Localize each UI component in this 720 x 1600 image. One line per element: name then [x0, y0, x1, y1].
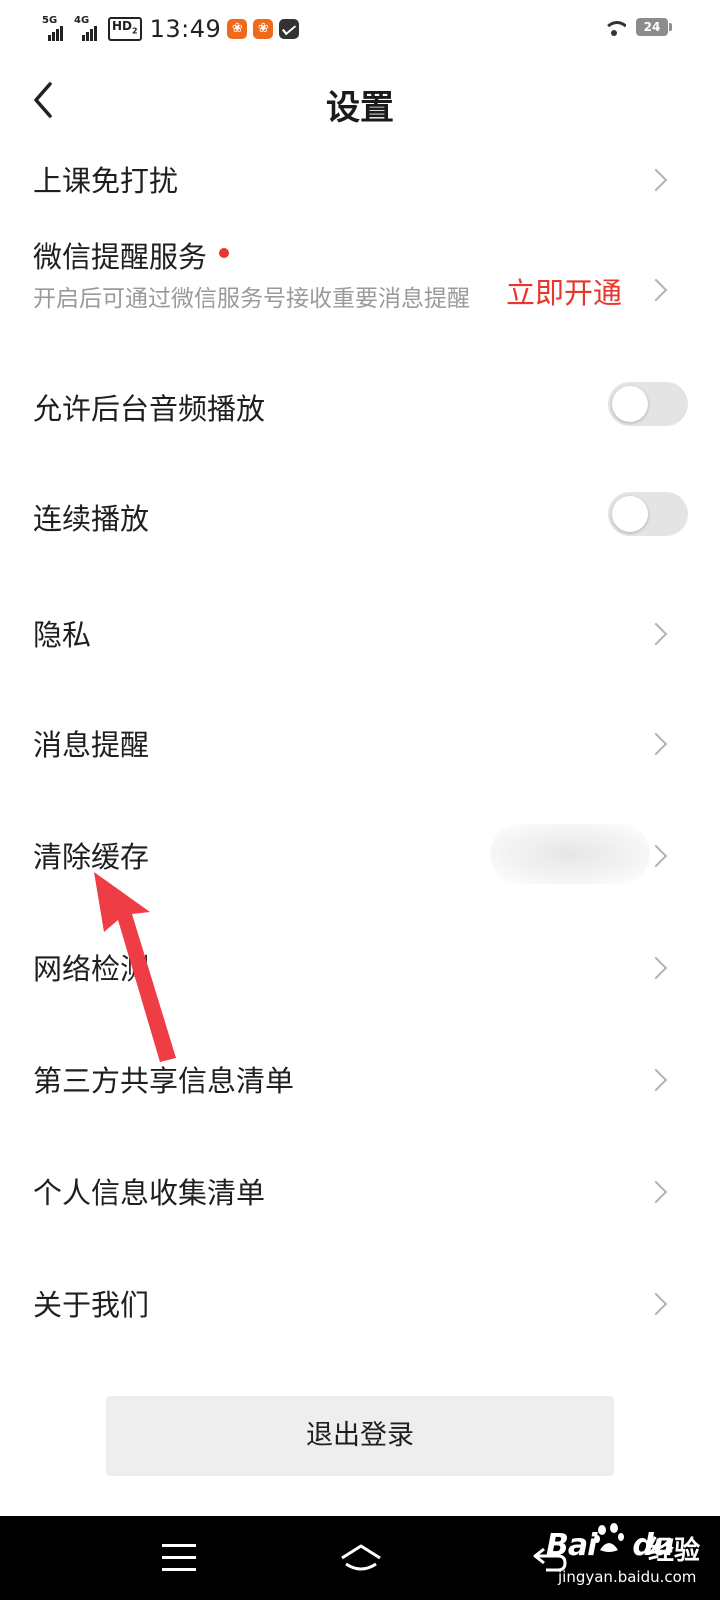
chevron-right-icon: [644, 1292, 668, 1316]
baidu-paw-icon: [594, 1523, 624, 1552]
status-left: 5G 4G HD2 13:49 ❀ ❀: [42, 14, 300, 44]
watermark-url: jingyan.baidu.com: [558, 1568, 697, 1586]
settings-item-label: 隐私: [33, 618, 92, 652]
message-notification-icon: [279, 19, 300, 39]
chevron-right-icon: [644, 1180, 668, 1204]
baidu-jingyan-watermark: Bai du 经验 jingyan.baidu.com: [536, 1522, 716, 1596]
battery-level: 24: [643, 20, 661, 34]
app-notification-icon-2: ❀: [253, 19, 274, 39]
settings-item-background-audio: 允许后台音频播放: [0, 360, 720, 460]
watermark-brand-1: Bai: [546, 1528, 597, 1563]
settings-item-continuous-play: 连续播放: [0, 470, 720, 570]
settings-item-label: 网络检测: [33, 952, 150, 986]
signal-5g-icon: 5G: [42, 15, 68, 41]
settings-item-do-not-disturb[interactable]: 上课免打扰: [0, 142, 720, 218]
settings-item-third-party-list[interactable]: 第三方共享信息清单: [0, 1028, 720, 1128]
logout-button[interactable]: 退出登录: [106, 1396, 614, 1476]
settings-item-privacy[interactable]: 隐私: [0, 580, 720, 680]
settings-item-about-us[interactable]: 关于我们: [0, 1252, 720, 1352]
status-bar: 5G 4G HD2 13:49 ❀ ❀ 24: [0, 0, 720, 58]
wifi-icon: [602, 18, 626, 36]
page-title: 设置: [326, 88, 394, 128]
settings-item-wechat-reminder[interactable]: 微信提醒服务 开启后可通过微信服务号接收重要消息提醒 立即开通: [0, 218, 720, 358]
settings-item-label: 第三方共享信息清单: [33, 1064, 295, 1098]
network-4g-label: 4G: [74, 15, 90, 26]
blurred-cache-size: [490, 824, 650, 884]
settings-item-label: 消息提醒: [33, 728, 150, 762]
chevron-right-icon: [644, 622, 668, 646]
red-dot-badge: [219, 248, 230, 258]
settings-item-label: 关于我们: [33, 1288, 150, 1322]
chevron-right-icon: [644, 732, 668, 756]
settings-item-personal-info-list[interactable]: 个人信息收集清单: [0, 1140, 720, 1240]
battery-icon: 24: [636, 18, 672, 36]
header: 设置: [0, 60, 720, 140]
open-now-link[interactable]: 立即开通: [506, 270, 622, 312]
settings-item-label: 微信提醒服务: [33, 234, 230, 276]
settings-item-label: 连续播放: [33, 502, 150, 536]
hd-label: HD: [112, 19, 133, 34]
background-audio-toggle[interactable]: [608, 382, 688, 426]
toggle-knob: [612, 386, 648, 422]
watermark-cn: 经验: [648, 1536, 701, 1566]
network-5g-label: 5G: [42, 15, 58, 26]
clock: 13:49: [149, 15, 222, 43]
hd-voice-icon: HD2: [108, 17, 142, 41]
chevron-right-icon: [644, 956, 668, 980]
home-icon: [341, 1544, 381, 1571]
settings-item-message-reminder[interactable]: 消息提醒: [0, 692, 720, 792]
app-notification-icon: ❀: [227, 19, 248, 39]
continuous-play-toggle[interactable]: [608, 492, 688, 536]
settings-item-label: 清除缓存: [33, 840, 150, 874]
chevron-right-icon: [644, 168, 668, 192]
settings-item-clear-cache[interactable]: 清除缓存: [0, 804, 720, 904]
settings-item-label: 允许后台音频播放: [33, 392, 266, 426]
home-button[interactable]: [338, 1542, 384, 1576]
settings-item-network-check[interactable]: 网络检测: [0, 916, 720, 1016]
chevron-right-icon: [644, 278, 668, 302]
settings-item-label: 上课免打扰: [33, 164, 179, 198]
settings-item-label: 个人信息收集清单: [33, 1176, 266, 1210]
hd-sub: 2: [132, 26, 138, 36]
status-right: 24: [602, 18, 672, 36]
wechat-reminder-description: 开启后可通过微信服务号接收重要消息提醒: [33, 286, 470, 312]
signal-4g-icon: 4G: [74, 15, 102, 41]
recent-apps-button[interactable]: [162, 1544, 196, 1572]
wechat-reminder-label: 微信提醒服务: [33, 240, 208, 274]
toggle-knob: [612, 496, 648, 532]
chevron-right-icon: [644, 1068, 668, 1092]
